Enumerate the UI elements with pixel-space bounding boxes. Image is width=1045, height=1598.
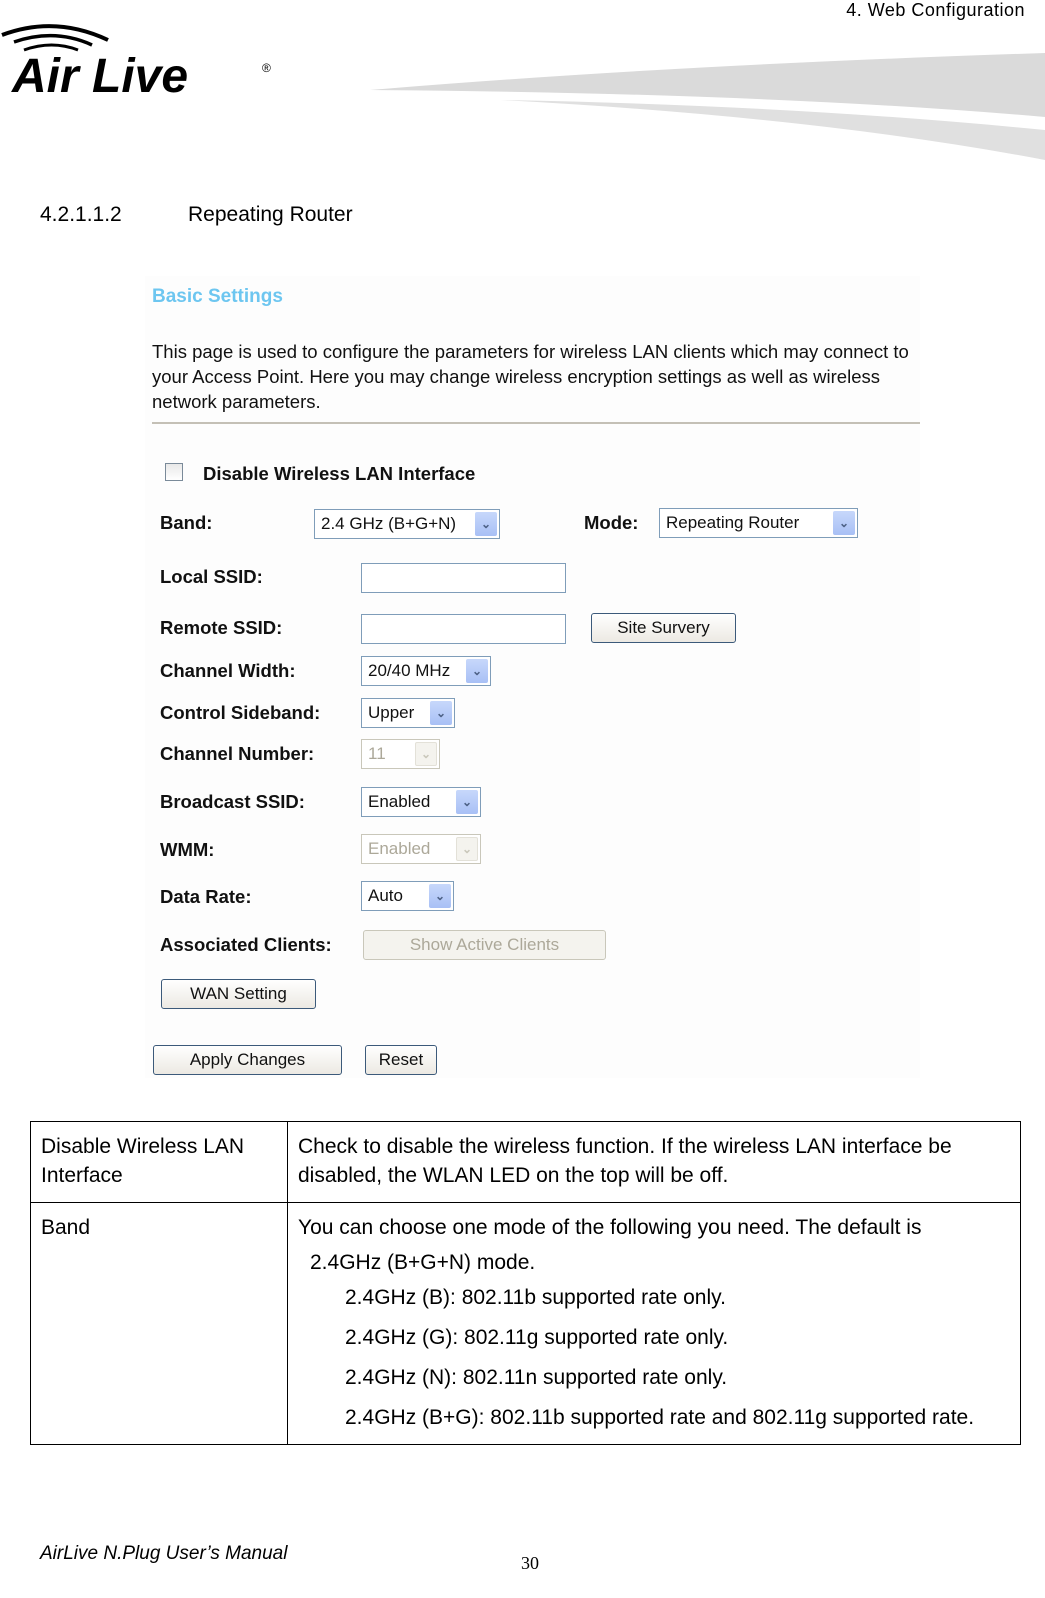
broadcast-ssid-value: Enabled — [368, 792, 431, 811]
chevron-down-icon: ⌄ — [475, 512, 497, 536]
channel-width-value: 20/40 MHz — [368, 661, 451, 680]
wmm-value: Enabled — [368, 839, 431, 858]
airlive-logo: Air Live ® — [1, 24, 271, 100]
basic-settings-screenshot: Basic Settings This page is used to conf… — [145, 276, 920, 1078]
chevron-down-icon: ⌄ — [466, 659, 488, 683]
term-cell: Band — [30, 1202, 288, 1445]
page-description: This page is used to configure the param… — [152, 341, 909, 412]
band-option: 2.4GHz (B): 802.11b supported rate only. — [345, 1286, 726, 1309]
chevron-down-icon: ⌄ — [430, 701, 452, 725]
band-value: 2.4 GHz (B+G+N) — [321, 514, 457, 533]
data-rate-value: Auto — [368, 886, 403, 905]
control-sideband-select[interactable]: Upper ⌄ — [361, 698, 455, 728]
apply-changes-button[interactable]: Apply Changes — [153, 1045, 342, 1075]
decorative-swoosh — [370, 53, 1045, 160]
remote-ssid-input[interactable] — [361, 614, 566, 644]
wireless-waves-icon — [1, 24, 109, 52]
local-ssid-input[interactable] — [361, 563, 566, 593]
control-sideband-label: Control Sideband: — [160, 702, 321, 723]
channel-number-value: 11 — [368, 744, 386, 763]
reset-button[interactable]: Reset — [365, 1045, 437, 1075]
band-option: 2.4GHz (B+G): 802.11b supported rate and… — [345, 1406, 975, 1429]
wan-setting-button[interactable]: WAN Setting — [161, 979, 316, 1009]
band-option: 2.4GHz (G): 802.11g supported rate only. — [345, 1326, 729, 1349]
data-rate-label: Data Rate: — [160, 886, 252, 907]
chevron-down-icon: ⌄ — [415, 742, 437, 766]
mode-label: Mode: — [584, 512, 639, 533]
channel-width-select[interactable]: 20/40 MHz ⌄ — [361, 656, 491, 686]
chevron-down-icon: ⌄ — [456, 790, 478, 814]
local-ssid-label: Local SSID: — [160, 566, 263, 587]
table-row: Disable Wireless LAN Interface Check to … — [30, 1121, 1021, 1203]
channel-number-label: Channel Number: — [160, 743, 315, 764]
table-row: Band You can choose one mode of the foll… — [30, 1202, 1021, 1445]
wmm-select[interactable]: Enabled ⌄ — [361, 834, 481, 864]
band-default: 2.4GHz (B+G+N) mode. — [310, 1251, 536, 1274]
section-name: Repeating Router — [188, 203, 353, 226]
term-cell: Disable Wireless LAN Interface — [30, 1121, 288, 1203]
site-survey-button[interactable]: Site Survery — [591, 613, 736, 643]
chevron-down-icon: ⌄ — [429, 884, 451, 908]
mode-select[interactable]: Repeating Router ⌄ — [659, 508, 858, 538]
description-cell: You can choose one mode of the following… — [287, 1202, 1021, 1445]
page-number: 30 — [521, 1553, 539, 1573]
channel-number-select[interactable]: 11 ⌄ — [361, 739, 440, 769]
wmm-label: WMM: — [160, 839, 215, 860]
section-title: 4.2.1.1.2 Repeating Router — [40, 203, 353, 227]
manual-title: AirLive N.Plug User’s Manual — [40, 1543, 288, 1564]
band-option: 2.4GHz (N): 802.11n supported rate only. — [345, 1366, 728, 1389]
broadcast-ssid-label: Broadcast SSID: — [160, 791, 305, 812]
data-rate-select[interactable]: Auto ⌄ — [361, 881, 454, 911]
band-label: Band: — [160, 512, 213, 533]
control-sideband-value: Upper — [368, 703, 415, 722]
description-cell: Check to disable the wireless function. … — [287, 1121, 1021, 1203]
band-select[interactable]: 2.4 GHz (B+G+N) ⌄ — [314, 509, 500, 539]
chapter-header: 4. Web Configuration — [846, 0, 1025, 20]
logo-text: Air Live — [11, 50, 188, 100]
disable-wlan-label: Disable Wireless LAN Interface — [203, 463, 476, 484]
chevron-down-icon: ⌄ — [833, 511, 855, 535]
settings-description-table: Disable Wireless LAN Interface Check to … — [30, 1121, 1021, 1445]
broadcast-ssid-select[interactable]: Enabled ⌄ — [361, 787, 481, 817]
disable-wlan-checkbox[interactable] — [165, 463, 183, 481]
band-intro: You can choose one mode of the following… — [298, 1216, 922, 1239]
associated-clients-label: Associated Clients: — [160, 934, 332, 955]
basic-settings-heading: Basic Settings — [152, 286, 283, 307]
show-active-clients-button[interactable]: Show Active Clients — [363, 930, 606, 960]
section-number: 4.2.1.1.2 — [40, 203, 122, 226]
chevron-down-icon: ⌄ — [456, 837, 478, 861]
channel-width-label: Channel Width: — [160, 660, 296, 681]
mode-value: Repeating Router — [666, 513, 800, 532]
remote-ssid-label: Remote SSID: — [160, 617, 283, 638]
registered-mark: ® — [262, 61, 271, 75]
divider — [152, 422, 920, 424]
